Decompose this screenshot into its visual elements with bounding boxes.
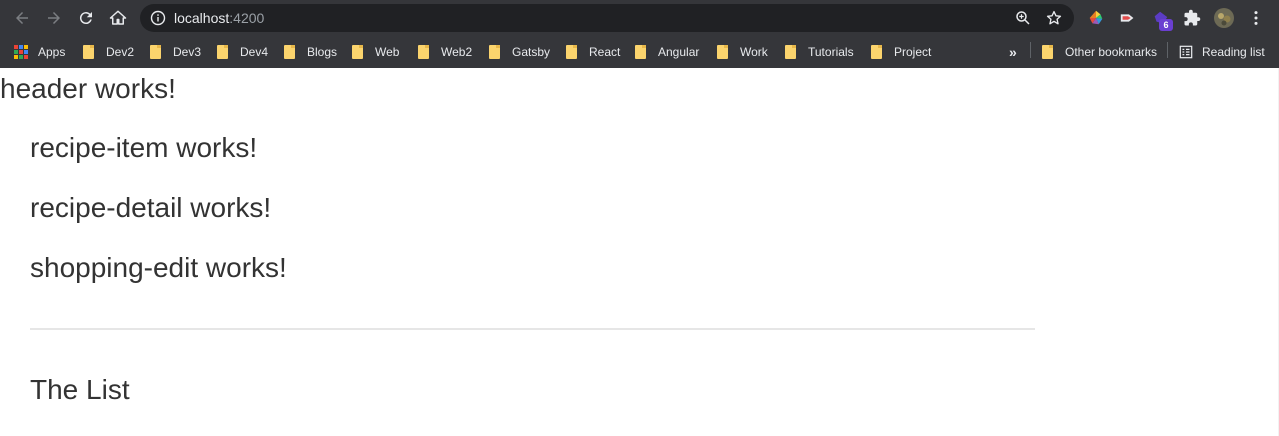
bookmark-folder[interactable]: Angular: [635, 43, 699, 61]
extensions-button[interactable]: [1182, 8, 1202, 28]
folder-icon: [785, 45, 796, 59]
bookmark-folder[interactable]: Dev4: [217, 43, 268, 61]
bookmarks-overflow-button[interactable]: »: [1009, 43, 1017, 61]
url-text[interactable]: localhost:4200: [174, 10, 264, 26]
profile-avatar-button[interactable]: [1214, 8, 1234, 28]
bookmark-label: Work: [740, 45, 768, 59]
horizontal-rule: [30, 328, 1035, 330]
forward-button[interactable]: [42, 6, 66, 30]
url-port: :4200: [229, 10, 265, 26]
recipe-detail-text: recipe-detail works!: [30, 192, 272, 223]
folder-icon: [871, 45, 882, 59]
home-button[interactable]: [106, 6, 130, 30]
reading-list-icon: [1179, 45, 1193, 59]
arrow-left-icon: [16, 12, 28, 24]
folder-icon: [352, 45, 363, 59]
bookmark-label: React: [589, 45, 621, 59]
reload-button[interactable]: [74, 6, 98, 30]
bookmark-folder[interactable]: Project: [871, 43, 931, 61]
bookmark-label: Blogs: [307, 45, 338, 59]
color-wheel-icon: [1089, 10, 1103, 25]
avatar: [1214, 8, 1234, 28]
chevron-double-right-icon: »: [1009, 44, 1017, 60]
bookmark-folder[interactable]: Work: [717, 43, 768, 61]
bookmark-label: Gatsby: [512, 45, 551, 59]
extension-count-badge: 6: [1159, 19, 1173, 31]
home-icon: [109, 10, 127, 25]
apps-grid-icon: [14, 45, 28, 59]
folder-icon: [635, 45, 646, 59]
folder-icon: [418, 45, 429, 59]
bookmark-folder[interactable]: Web: [352, 43, 399, 61]
bookmarks-bar: Apps Dev2 Dev3 Dev4 Blogs Web Web2 Gatsb…: [0, 36, 1279, 68]
list-title: The List: [30, 374, 130, 405]
bookmark-label: Web: [375, 45, 400, 59]
browser-menu-button[interactable]: [1246, 8, 1266, 28]
reading-list-button[interactable]: Reading list: [1179, 43, 1265, 61]
back-button[interactable]: [10, 6, 34, 30]
shopping-edit-text: shopping-edit works!: [30, 252, 287, 283]
recipe-item-text: recipe-item works!: [30, 132, 258, 163]
red-arrow-extension-button[interactable]: [1118, 8, 1138, 28]
bookmark-label: Dev3: [173, 45, 202, 59]
puzzle-icon: [1184, 9, 1201, 26]
bookmark-label: Reading list: [1202, 45, 1265, 59]
bookmark-label: Web2: [441, 45, 473, 59]
bookmark-apps[interactable]: Apps: [14, 43, 65, 61]
bookmark-label: Dev4: [240, 45, 269, 59]
arrow-tag-icon: [1120, 14, 1134, 22]
star-icon[interactable]: [1045, 9, 1063, 27]
bookmark-label: Tutorials: [808, 45, 854, 59]
info-icon[interactable]: [150, 10, 166, 26]
bookmark-other[interactable]: Other bookmarks: [1042, 43, 1157, 61]
folder-icon: [717, 45, 728, 59]
bookmark-folder[interactable]: Dev2: [83, 43, 134, 61]
bookmark-folder[interactable]: Tutorials: [785, 43, 854, 61]
reload-icon: [79, 12, 92, 25]
bookmarks-divider: [1167, 42, 1168, 58]
browser-chrome: localhost:4200 6 Apps Dev2 Dev3 Dev4 Blo…: [0, 0, 1279, 68]
bookmark-folder[interactable]: Dev3: [150, 43, 201, 61]
kebab-menu-icon: [1254, 11, 1258, 25]
folder-icon: [566, 45, 577, 59]
address-bar[interactable]: localhost:4200: [140, 4, 1074, 32]
bookmark-folder[interactable]: Blogs: [284, 43, 337, 61]
folder-icon: [284, 45, 295, 59]
page-content: header works! recipe-item works! recipe-…: [0, 68, 1279, 436]
arrow-right-icon: [48, 12, 60, 24]
bookmark-folder[interactable]: Gatsby: [489, 43, 550, 61]
bookmark-folder[interactable]: React: [566, 43, 620, 61]
color-extension-button[interactable]: [1086, 8, 1106, 28]
bookmark-folder[interactable]: Web2: [418, 43, 472, 61]
bookmark-label: Other bookmarks: [1065, 45, 1158, 59]
folder-icon: [489, 45, 500, 59]
bookmarks-divider: [1030, 42, 1031, 58]
bookmark-label: Dev2: [106, 45, 135, 59]
browser-toolbar: localhost:4200 6: [0, 0, 1279, 36]
folder-icon: [150, 45, 161, 59]
header-component-text: header works!: [0, 73, 176, 104]
zoom-icon[interactable]: [1014, 9, 1032, 27]
bookmark-label: Apps: [38, 45, 66, 59]
bookmark-label: Angular: [658, 45, 700, 59]
url-host: localhost: [174, 10, 230, 26]
folder-icon: [1042, 45, 1053, 59]
bookmark-label: Project: [894, 45, 932, 59]
folder-icon: [217, 45, 228, 59]
folder-icon: [83, 45, 94, 59]
